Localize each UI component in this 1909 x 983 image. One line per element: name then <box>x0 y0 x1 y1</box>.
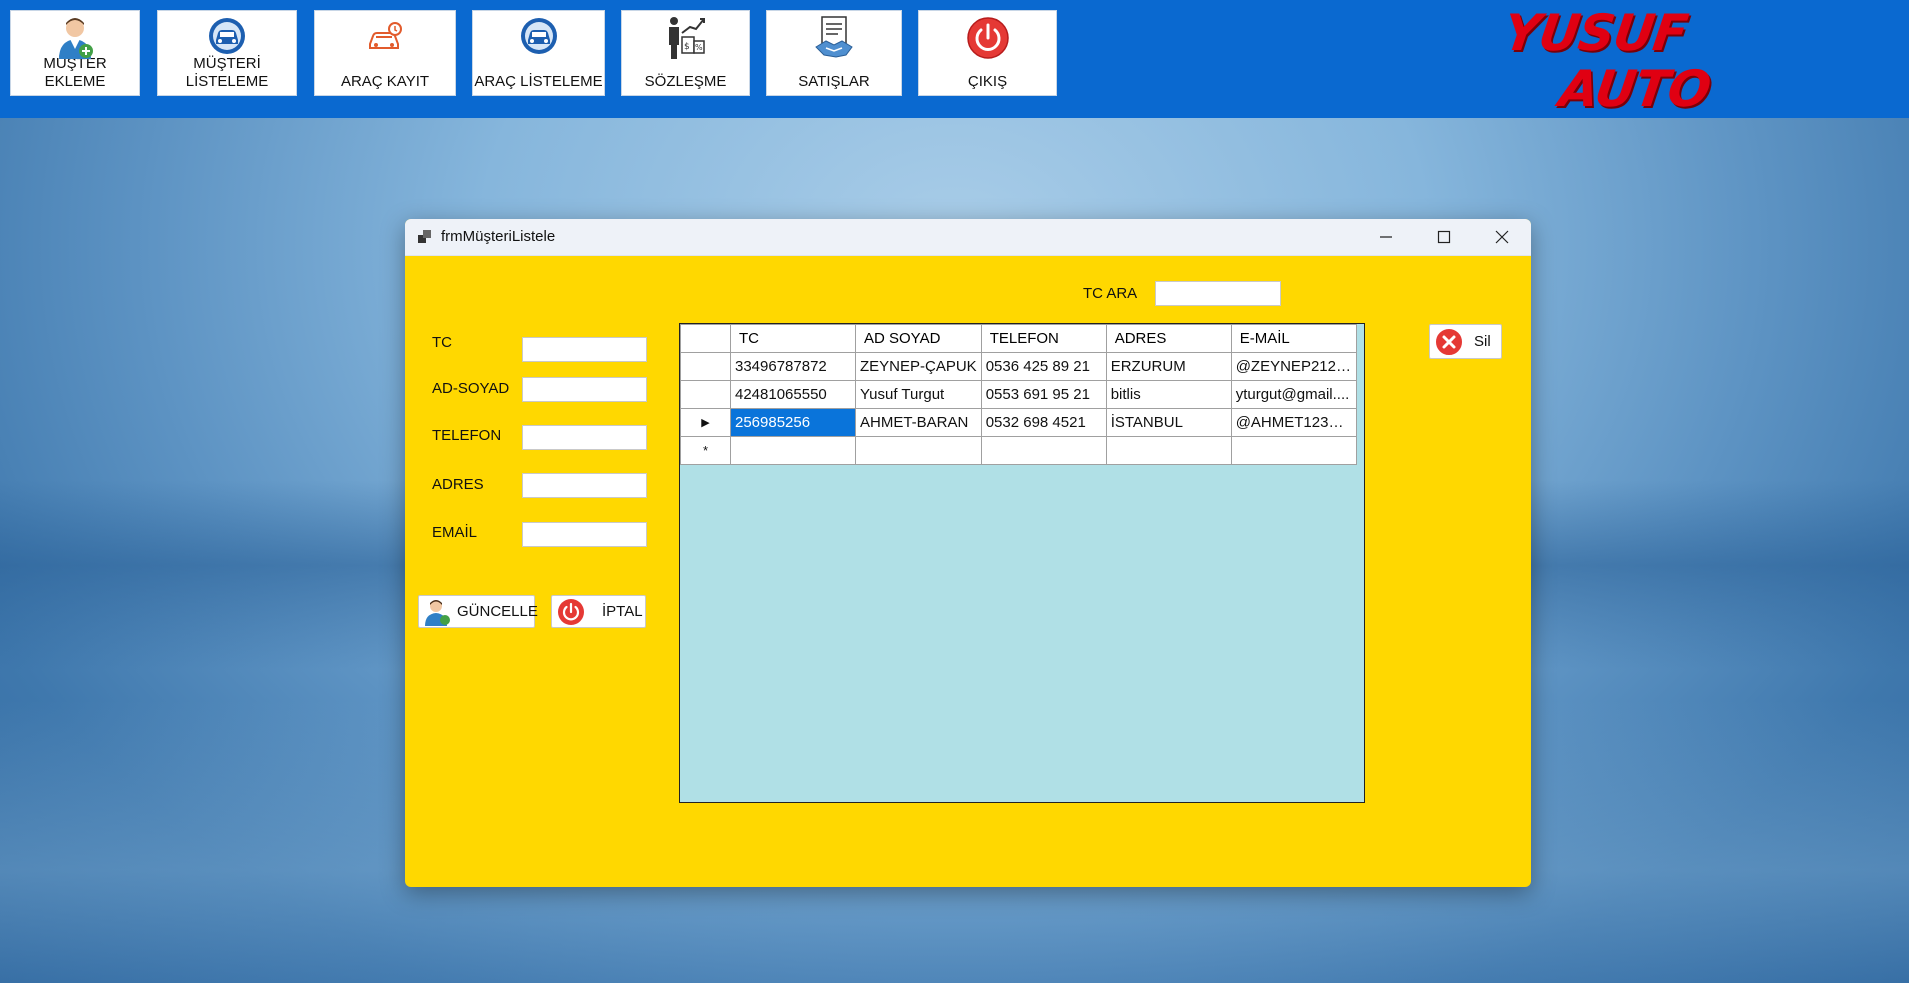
tc-search-input[interactable] <box>1155 281 1281 306</box>
cell-name[interactable]: ZEYNEP-ÇAPUK <box>855 352 982 381</box>
column-header-email[interactable]: E-MAİL <box>1230 324 1357 353</box>
tc-search-label: TC ARA <box>1083 285 1138 302</box>
contract-button[interactable]: $ % SÖZLEŞME <box>621 10 750 96</box>
cancel-label: İPTAL <box>602 603 643 620</box>
cancel-button[interactable]: İPTAL <box>551 595 646 628</box>
car-outline-icon <box>362 15 408 61</box>
tc-label: TC <box>432 334 452 351</box>
vehicle-list-label: ARAÇ LİSTELEME <box>474 73 603 90</box>
sales-button[interactable]: SATIŞLAR <box>766 10 902 96</box>
cell-tc[interactable]: 42481065550 <box>730 380 856 409</box>
minimize-icon <box>1380 236 1392 238</box>
window-title: frmMüşteriListele <box>441 228 556 245</box>
update-label: GÜNCELLE <box>457 603 538 620</box>
address-input[interactable] <box>522 473 647 498</box>
contract-label: SÖZLEŞME <box>644 73 727 90</box>
email-input[interactable] <box>522 522 647 547</box>
table-row[interactable]: 33496787872 ZEYNEP-ÇAPUK 0536 425 89 21 … <box>680 352 1357 381</box>
maximize-button[interactable] <box>1415 219 1473 255</box>
cell-phone[interactable]: 0553 691 95 21 <box>980 380 1107 409</box>
cell-name[interactable]: AHMET-BARAN <box>855 408 982 437</box>
customer-add-button[interactable]: MÜŞTER EKLEME <box>10 10 140 96</box>
row-header-corner <box>680 324 731 353</box>
column-header-tc[interactable]: TC <box>730 324 856 353</box>
cell-address[interactable]: İSTANBUL <box>1105 408 1232 437</box>
customer-list-button[interactable]: MÜŞTERİ LİSTELEME <box>157 10 297 96</box>
vehicle-register-label: ARAÇ KAYIT <box>340 73 430 90</box>
delete-button[interactable]: Sil <box>1429 324 1502 359</box>
cell-email[interactable]: @ZEYNEP2121... <box>1230 352 1357 381</box>
customer-grid[interactable]: TC AD SOYAD TELEFON ADRES E-MAİL 3349678… <box>679 323 1365 803</box>
cell-name[interactable]: Yusuf Turgut <box>855 380 982 409</box>
car-badge-icon <box>516 13 562 59</box>
column-header-address[interactable]: ADRES <box>1105 324 1232 353</box>
header-row: TC AD SOYAD TELEFON ADRES E-MAİL <box>680 324 1357 353</box>
customer-list-window: frmMüşteriListele TC ARA TC AD-SOYAD TEL… <box>405 219 1531 887</box>
new-row-indicator[interactable]: * <box>680 436 731 465</box>
exit-label: ÇIKIŞ <box>967 73 1008 90</box>
customer-list-label: MÜŞTERİ LİSTELEME <box>185 55 269 90</box>
name-surname-label: AD-SOYAD <box>432 380 510 397</box>
table-row[interactable]: 42481065550 Yusuf Turgut 0553 691 95 21 … <box>680 380 1357 409</box>
cell-new[interactable] <box>1230 436 1357 465</box>
cell-phone[interactable]: 0536 425 89 21 <box>980 352 1107 381</box>
cell-address[interactable]: bitlis <box>1105 380 1232 409</box>
cell-new[interactable] <box>855 436 982 465</box>
cell-phone[interactable]: 0532 698 4521 <box>980 408 1107 437</box>
email-label: EMAİL <box>432 524 478 541</box>
car-badge-icon <box>204 13 250 59</box>
name-surname-input[interactable] <box>522 377 647 402</box>
cell-new[interactable] <box>1105 436 1232 465</box>
vehicle-list-button[interactable]: ARAÇ LİSTELEME <box>472 10 605 96</box>
cell-tc[interactable]: 33496787872 <box>730 352 856 381</box>
contract-chart-icon: $ % <box>663 15 709 61</box>
close-icon <box>1495 230 1509 244</box>
cell-email[interactable]: yturgut@gmail.... <box>1230 380 1357 409</box>
cell-tc-selected[interactable]: 256985256 <box>730 408 856 437</box>
window-titlebar[interactable]: frmMüşteriListele <box>405 219 1531 256</box>
cell-email[interactable]: @AHMET123@... <box>1230 408 1357 437</box>
minimize-button[interactable] <box>1357 219 1415 255</box>
phone-label: TELEFON <box>432 427 502 444</box>
handshake-document-icon <box>811 15 857 61</box>
address-label: ADRES <box>432 476 484 493</box>
phone-input[interactable] <box>522 425 647 450</box>
main-toolbar: MÜŞTER EKLEME MÜŞTERİ LİSTELEME ARAÇ KAY <box>0 0 1909 118</box>
update-button[interactable]: GÜNCELLE <box>418 595 538 628</box>
customer-table: TC AD SOYAD TELEFON ADRES E-MAİL 3349678… <box>680 324 1357 465</box>
exit-button[interactable]: ÇIKIŞ <box>918 10 1057 96</box>
delete-x-icon <box>1434 326 1464 357</box>
person-add-icon <box>52 15 98 61</box>
sales-label: SATIŞLAR <box>798 73 870 90</box>
maximize-icon <box>1437 230 1451 244</box>
logo-line1: YUSUF <box>1499 4 1691 62</box>
current-row-indicator[interactable]: ▶ <box>680 408 731 437</box>
column-header-phone[interactable]: TELEFON <box>980 324 1107 353</box>
window-app-icon <box>417 229 433 245</box>
svg-text:%: % <box>695 43 703 52</box>
delete-label: Sil <box>1474 333 1491 350</box>
cell-address[interactable]: ERZURUM <box>1105 352 1232 381</box>
cell-new[interactable] <box>980 436 1107 465</box>
brand-logo: YUSUF AUTO <box>1499 4 1720 118</box>
row-header[interactable] <box>680 352 731 381</box>
row-header[interactable] <box>680 380 731 409</box>
logo-line2: AUTO <box>1555 60 1714 118</box>
power-icon <box>965 15 1011 61</box>
cell-new[interactable] <box>730 436 856 465</box>
close-button[interactable] <box>1473 219 1531 255</box>
column-header-name[interactable]: AD SOYAD <box>855 324 982 353</box>
tc-input[interactable] <box>522 337 647 362</box>
table-row-new[interactable]: * <box>680 436 1357 465</box>
table-row-current[interactable]: ▶ 256985256 AHMET-BARAN 0532 698 4521 İS… <box>680 408 1357 437</box>
person-update-icon <box>423 597 451 627</box>
vehicle-register-button[interactable]: ARAÇ KAYIT <box>314 10 456 96</box>
power-icon <box>556 597 586 627</box>
svg-text:$: $ <box>684 42 690 52</box>
